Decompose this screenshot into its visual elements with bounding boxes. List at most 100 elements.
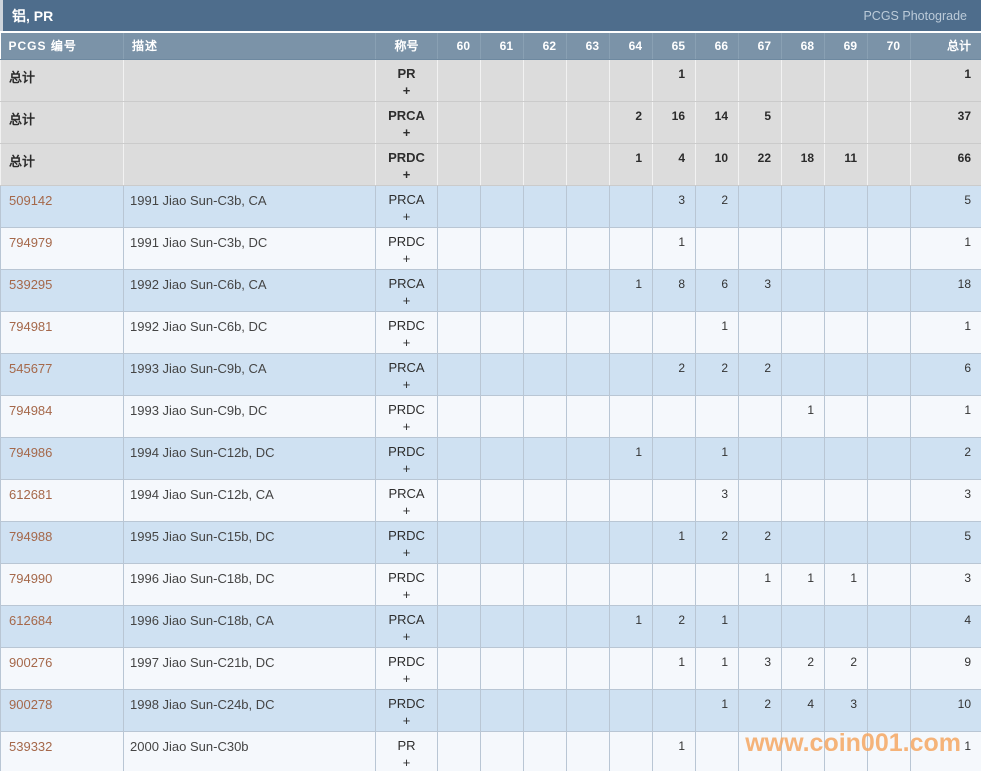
description-cell: 1993 Jiao Sun-C9b, DC <box>123 394 376 438</box>
pcgs-number[interactable]: 539332 <box>9 739 52 754</box>
designation-label: PRDC <box>388 527 425 543</box>
designation-label: PR <box>397 737 416 753</box>
grade-63-cell <box>566 604 610 648</box>
grade-61-cell <box>480 268 524 312</box>
grade-68-cell <box>781 352 825 396</box>
grade-69-cell <box>824 268 868 312</box>
grade-69-cell: 1 <box>824 562 868 606</box>
total-cell: 9 <box>910 646 981 690</box>
grade-61-cell <box>480 226 524 270</box>
grade-62-cell <box>523 646 567 690</box>
grade-66-cell: 1 <box>695 604 739 648</box>
grade-61-cell <box>480 310 524 354</box>
pcgs-number[interactable]: 509142 <box>9 193 52 208</box>
col-header-grade-69: 69 <box>824 33 868 60</box>
grade-65-cell: 1 <box>652 646 696 690</box>
designation-label: PRCA <box>388 275 425 291</box>
grade-69-cell: 3 <box>824 688 868 732</box>
description-cell <box>123 142 376 186</box>
designation-plus: + <box>402 712 411 728</box>
pcgs-number[interactable]: 545677 <box>9 361 52 376</box>
description-cell: 2000 Jiao Sun-C30b <box>123 730 376 771</box>
pcgs-number[interactable]: 794986 <box>9 445 52 460</box>
pcgs-number[interactable]: 总计 <box>9 154 35 169</box>
pcgs-number[interactable]: 794984 <box>9 403 52 418</box>
grade-64-cell <box>609 58 653 102</box>
pcgs-number[interactable]: 794990 <box>9 571 52 586</box>
grade-62-cell <box>523 142 567 186</box>
grade-70-cell <box>867 58 911 102</box>
grade-69-cell <box>824 730 868 771</box>
grade-68-cell <box>781 478 825 522</box>
pcgs-number[interactable]: 900276 <box>9 655 52 670</box>
coin-description: 1997 Jiao Sun-C21b, DC <box>130 654 275 670</box>
description-cell: 1993 Jiao Sun-C9b, CA <box>123 352 376 396</box>
grade-67-cell: 3 <box>738 268 782 312</box>
pcgs-number[interactable]: 总计 <box>9 112 35 127</box>
pcgs-number[interactable]: 794988 <box>9 529 52 544</box>
grade-60-cell <box>437 436 481 480</box>
col-header-grade-62: 62 <box>523 33 567 60</box>
total-cell: 1 <box>910 58 981 102</box>
designation-label: PRCA <box>388 107 425 123</box>
grade-69-cell <box>824 100 868 144</box>
grade-70-cell <box>867 604 911 648</box>
total-cell: 5 <box>910 520 981 564</box>
pcgs-number[interactable]: 539295 <box>9 277 52 292</box>
designation-plus: + <box>402 166 411 182</box>
designation-label: PRCA <box>388 485 425 501</box>
pcgs-number[interactable]: 900278 <box>9 697 52 712</box>
pcgs-number[interactable]: 总计 <box>9 70 35 85</box>
grade-61-cell <box>480 58 524 102</box>
total-cell: 1 <box>910 310 981 354</box>
designation-plus: + <box>402 502 411 518</box>
designation-plus: + <box>402 250 411 266</box>
grade-64-cell <box>609 310 653 354</box>
grade-62-cell <box>523 58 567 102</box>
pcgs-number[interactable]: 794979 <box>9 235 52 250</box>
grade-61-cell <box>480 520 524 564</box>
grade-60-cell <box>437 688 481 732</box>
designation-plus: + <box>402 670 411 686</box>
pcgs-number-cell: 794990 <box>0 562 124 606</box>
grade-70-cell <box>867 520 911 564</box>
grade-63-cell <box>566 688 610 732</box>
col-header-grade-60: 60 <box>437 33 481 60</box>
table-row: 794984 1993 Jiao Sun-C9b, DC PRDC + 1 1 <box>0 394 981 438</box>
grade-67-cell: 2 <box>738 520 782 564</box>
table-row: 612681 1994 Jiao Sun-C12b, CA PRCA + 3 3 <box>0 478 981 522</box>
designation-label: PRDC <box>388 653 425 669</box>
designation-cell: PRCA + <box>375 268 438 312</box>
grade-62-cell <box>523 310 567 354</box>
grade-60-cell <box>437 226 481 270</box>
grade-60-cell <box>437 184 481 228</box>
pcgs-number[interactable]: 794981 <box>9 319 52 334</box>
total-cell: 10 <box>910 688 981 732</box>
pcgs-number[interactable]: 612684 <box>9 613 52 628</box>
coin-description: 1991 Jiao Sun-C3b, CA <box>130 192 267 208</box>
grade-68-cell: 18 <box>781 142 825 186</box>
designation-label: PRDC <box>388 443 425 459</box>
pcgs-number[interactable]: 612681 <box>9 487 52 502</box>
designation-cell: PRCA + <box>375 352 438 396</box>
grade-67-cell <box>738 604 782 648</box>
grade-66-cell <box>695 58 739 102</box>
table-row: 794990 1996 Jiao Sun-C18b, DC PRDC + 1 1… <box>0 562 981 606</box>
grade-67-cell: 2 <box>738 352 782 396</box>
coin-description: 1993 Jiao Sun-C9b, DC <box>130 402 268 418</box>
designation-label: PRCA <box>388 359 425 375</box>
grade-63-cell <box>566 394 610 438</box>
designation-plus: + <box>402 208 411 224</box>
designation-plus: + <box>402 544 411 560</box>
grade-61-cell <box>480 142 524 186</box>
grade-64-cell <box>609 730 653 771</box>
grade-60-cell <box>437 520 481 564</box>
designation-cell: PRDC + <box>375 436 438 480</box>
description-cell: 1997 Jiao Sun-C21b, DC <box>123 646 376 690</box>
photograde-link[interactable]: PCGS Photograde <box>863 9 967 23</box>
designation-cell: PRDC + <box>375 646 438 690</box>
total-cell: 1 <box>910 730 981 771</box>
grade-64-cell <box>609 478 653 522</box>
grade-70-cell <box>867 394 911 438</box>
grade-66-cell: 2 <box>695 352 739 396</box>
